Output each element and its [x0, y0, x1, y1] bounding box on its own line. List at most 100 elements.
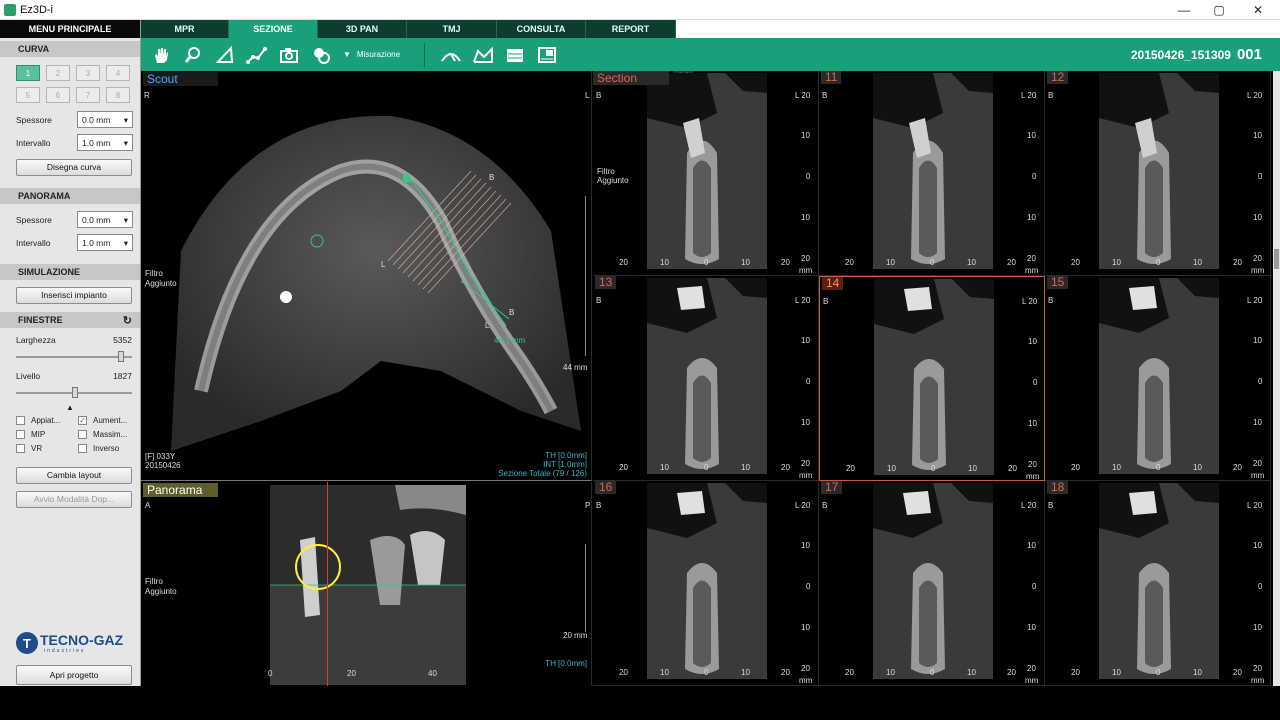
collapse-up-icon[interactable]: ▲: [0, 404, 140, 412]
section-viewport[interactable]: Section 10 B L 20 10 0 10 20 20 10 0 10 20 mm FiltroA…: [593, 71, 1273, 686]
x-tick: 20: [846, 464, 855, 473]
curva-intervallo-dropdown[interactable]: 1.0 mm ▾: [77, 134, 133, 151]
scout-scale-label: 44 mm: [563, 363, 588, 372]
panorama-section-cursor[interactable]: [327, 482, 328, 686]
section-cell-15[interactable]: 15 B L 20 10 0 10 20 20 10 0 10 20 mm: [1045, 276, 1271, 481]
curve-slot-8[interactable]: 8: [106, 87, 130, 103]
case-id: 20150426_151309: [1130, 48, 1231, 62]
curva-spessore-row: Spessore 0.0 mm ▾: [0, 108, 140, 131]
section-cell-13[interactable]: 13 B L 20 10 0 10 20 20 10 0 10 20 mm: [593, 276, 819, 481]
curve-slot-4[interactable]: 4: [106, 65, 130, 81]
option-5[interactable]: Inverso: [78, 444, 140, 453]
checkbox-icon[interactable]: [78, 444, 87, 453]
section-number: 12: [1047, 71, 1069, 84]
tab-report[interactable]: REPORT: [586, 20, 676, 38]
checkbox-icon[interactable]: [16, 430, 25, 439]
livello-slider-thumb[interactable]: [71, 387, 78, 398]
close-button[interactable]: ✕: [1240, 0, 1276, 20]
checkbox-icon[interactable]: [78, 430, 87, 439]
x-tick: 20: [1071, 668, 1080, 677]
section-cell-11[interactable]: 11 B L 20 10 0 10 20 20 10 0 10 20 mm: [819, 71, 1045, 276]
option-label: Aument...: [93, 416, 128, 425]
toolbar: ▼ Misurazione 20150426_151309 001: [141, 38, 1280, 71]
x-tick: 0: [704, 258, 709, 267]
section-cell-12[interactable]: 12 B L 20 10 0 10 20 20 10 0 10 20 mm: [1045, 71, 1271, 276]
curve-slot-3[interactable]: 3: [76, 65, 100, 81]
section-cell-18[interactable]: 18 B L 20 10 0 10 20 20 10 0 10 20 mm: [1045, 481, 1271, 686]
y-tick: 10: [1027, 541, 1036, 550]
left-panel: MENU PRINCIPALE CURVA 1234 5678 Spessore …: [0, 20, 141, 686]
y-tick: 20: [801, 664, 810, 673]
insert-implant-button[interactable]: Inserisci impianto: [16, 287, 132, 304]
larghezza-slider[interactable]: [16, 348, 132, 368]
section-cell-16[interactable]: 16 B L 20 10 0 10 20 20 10 0 10 20 mm: [593, 481, 819, 686]
curva-spessore-dropdown[interactable]: 0.0 mm ▾: [77, 111, 133, 128]
y-tick-top: L 20: [1247, 296, 1263, 305]
maximize-button[interactable]: ▢: [1201, 0, 1237, 20]
x-tick: 10: [660, 258, 669, 267]
render-options: Appiat... ✓ Aument... MIP Massim... VR Inverso: [0, 412, 140, 453]
camera-icon[interactable]: [277, 43, 301, 67]
section-cell-14[interactable]: 14 B L 20 10 0 10 20 20 10 0 10 20 mm: [819, 276, 1045, 481]
grid-icon[interactable]: [535, 43, 559, 67]
zoom-icon[interactable]: [181, 43, 205, 67]
option-1[interactable]: ✓ Aument...: [78, 416, 140, 425]
scout-total-section: Sezione Totale (79 / 126): [498, 469, 587, 478]
section-cell-17[interactable]: 17 B L 20 10 0 10 20 20 10 0 10 20 mm: [819, 481, 1045, 686]
tab-consulta[interactable]: CONSULTA: [497, 20, 586, 38]
buccal-marker: B: [1048, 501, 1054, 510]
scout-measurement[interactable]: 48.1 mm: [494, 336, 525, 345]
x-tick: 0: [931, 464, 936, 473]
x-tick: 20: [1233, 258, 1242, 267]
x-tick: 10: [886, 668, 895, 677]
doppler-mode-button: Avvio Modalità Dop...: [16, 491, 132, 508]
y-tick: 20: [1253, 459, 1262, 468]
measurement-menu[interactable]: ▼ Misurazione: [343, 50, 400, 59]
tab-sezione[interactable]: SEZIONE: [229, 20, 318, 38]
angle-icon[interactable]: [213, 43, 237, 67]
y-tick: 10: [1027, 131, 1036, 140]
hand-icon[interactable]: [149, 43, 173, 67]
nerve-icon[interactable]: [439, 43, 463, 67]
curve-slot-7[interactable]: 7: [76, 87, 100, 103]
section-cell-10[interactable]: 10BL 201001020201001020mmFiltroAggiunto: [593, 71, 819, 276]
checkbox-checked-icon[interactable]: ✓: [78, 416, 87, 425]
filter-icon[interactable]: [309, 43, 333, 67]
draw-curve-button[interactable]: Disegna curva: [16, 159, 132, 176]
tab-tmj[interactable]: TMJ: [407, 20, 497, 38]
tab-3d-pan[interactable]: 3D PAN: [318, 20, 407, 38]
vertical-scrollbar[interactable]: [1273, 71, 1280, 686]
open-project-button[interactable]: Apri progetto: [16, 665, 132, 685]
panorama-viewport[interactable]: Panorama A P Filtro Aggiunto 0 20 40 20 …: [141, 482, 592, 686]
curve-slot-2[interactable]: 2: [46, 65, 70, 81]
x-tick: 10: [1112, 258, 1121, 267]
larghezza-slider-thumb[interactable]: [118, 351, 125, 362]
scout-viewport[interactable]: Scout R L Filtro Aggiunto B L B L 48.1 m…: [141, 71, 592, 481]
option-0[interactable]: Appiat...: [16, 416, 78, 425]
option-2[interactable]: MIP: [16, 430, 78, 439]
x-tick: 20: [1071, 463, 1080, 472]
bone-density-icon[interactable]: [471, 43, 495, 67]
pano-intervallo-dropdown[interactable]: 1.0 mm ▾: [77, 234, 133, 251]
refresh-icon[interactable]: ↻: [123, 314, 132, 327]
change-layout-button[interactable]: Cambia layout: [16, 467, 132, 484]
checkbox-icon[interactable]: [16, 416, 25, 425]
curve-slot-1[interactable]: 1: [16, 65, 40, 81]
option-4[interactable]: VR: [16, 444, 78, 453]
y-tick: 10: [1028, 419, 1037, 428]
tab-mpr[interactable]: MPR: [141, 20, 229, 38]
cross-section-image: [647, 73, 767, 269]
y-tick: 20: [1253, 254, 1262, 263]
option-3[interactable]: Massim...: [78, 430, 140, 439]
profile-icon[interactable]: [503, 43, 527, 67]
livello-slider[interactable]: [16, 384, 132, 404]
x-tick: 10: [968, 464, 977, 473]
minimize-button[interactable]: —: [1166, 0, 1202, 20]
curve-slot-5[interactable]: 5: [16, 87, 40, 103]
polyline-icon[interactable]: [245, 43, 269, 67]
pano-spessore-dropdown[interactable]: 0.0 mm ▾: [77, 211, 133, 228]
curva-intervallo-value: 1.0 mm: [82, 138, 111, 148]
checkbox-icon[interactable]: [16, 444, 25, 453]
curve-slot-6[interactable]: 6: [46, 87, 70, 103]
y-tick-top: L 20: [1247, 91, 1263, 100]
